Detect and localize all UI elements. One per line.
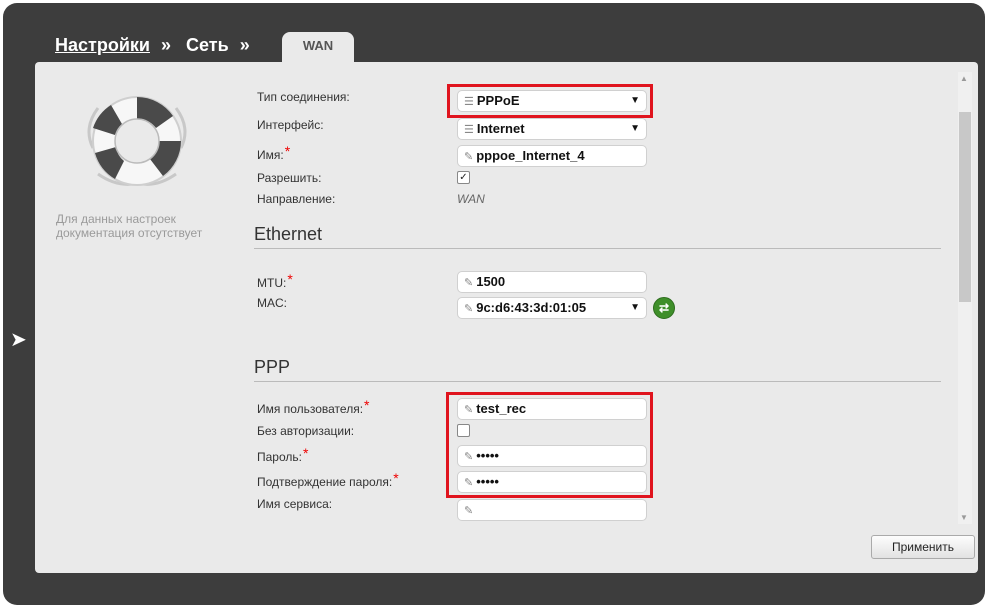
service-name-label: Имя сервиса: <box>257 497 333 511</box>
left-arrow-icon[interactable]: ➤ <box>10 327 27 352</box>
ethernet-section-title: Ethernet <box>254 224 941 249</box>
tab-wan[interactable]: WAN <box>282 32 354 62</box>
mac-label: MAC: <box>257 296 287 310</box>
scroll-up-icon[interactable]: ▲ <box>960 74 968 83</box>
breadcrumb-network-link[interactable]: Сеть <box>186 35 229 55</box>
interface-label: Интерфейс: <box>257 118 324 132</box>
scrollbar-thumb[interactable] <box>959 112 971 302</box>
apply-button[interactable]: Применить <box>871 535 975 559</box>
service-name-input[interactable]: ✎ <box>457 499 647 521</box>
mac-value: 9c:d6:43:3d:01:05 <box>476 300 587 315</box>
password-confirm-label: Подтверждение пароля:* <box>257 470 399 489</box>
refresh-mac-icon[interactable]: ⇄ <box>653 297 675 319</box>
scrollbar[interactable]: ▲ ▼ <box>958 72 972 524</box>
breadcrumb-separator: » <box>160 35 171 55</box>
interface-value: Internet <box>476 121 525 136</box>
direction-value: WAN <box>457 192 485 206</box>
pencil-icon: ✎ <box>464 277 474 289</box>
ppp-section-title: PPP <box>254 357 941 382</box>
password-label: Пароль:* <box>257 445 309 464</box>
name-label: Имя:* <box>257 143 291 162</box>
breadcrumb: Настройки » Сеть » <box>55 35 260 56</box>
breadcrumb-separator: » <box>239 35 250 55</box>
enable-checkbox[interactable]: ✓ <box>457 171 470 184</box>
name-value: pppoe_Internet_4 <box>476 148 585 163</box>
lifebuoy-icon <box>87 96 187 186</box>
mac-input[interactable]: ✎ 9c:d6:43:3d:01:05 ▼ <box>457 297 647 319</box>
mtu-value: 1500 <box>476 274 506 289</box>
dropdown-arrow-icon: ▼ <box>630 123 640 134</box>
scroll-down-icon[interactable]: ▼ <box>960 513 968 522</box>
pencil-icon: ✎ <box>464 505 474 517</box>
username-label: Имя пользователя:* <box>257 397 370 416</box>
breadcrumb-settings-link[interactable]: Настройки <box>55 35 150 55</box>
direction-label: Направление: <box>257 192 336 206</box>
highlight-ppp-credentials <box>446 392 653 498</box>
dropdown-arrow-icon[interactable]: ▼ <box>630 298 640 318</box>
no-auth-label: Без авторизации: <box>257 424 355 438</box>
pencil-icon: ✎ <box>464 151 474 163</box>
list-icon: ☰ <box>464 124 474 136</box>
highlight-connection-type <box>447 84 653 118</box>
pencil-icon: ✎ <box>464 303 474 315</box>
connection-type-label: Тип соединения: <box>257 90 350 104</box>
name-input[interactable]: ✎ pppoe_Internet_4 <box>457 145 647 167</box>
mtu-label: MTU:* <box>257 271 293 290</box>
enable-label: Разрешить: <box>257 171 322 185</box>
interface-select[interactable]: ☰ Internet ▼ <box>457 118 647 140</box>
mtu-input[interactable]: ✎ 1500 <box>457 271 647 293</box>
help-text: Для данных настроек документация отсутст… <box>56 212 203 240</box>
